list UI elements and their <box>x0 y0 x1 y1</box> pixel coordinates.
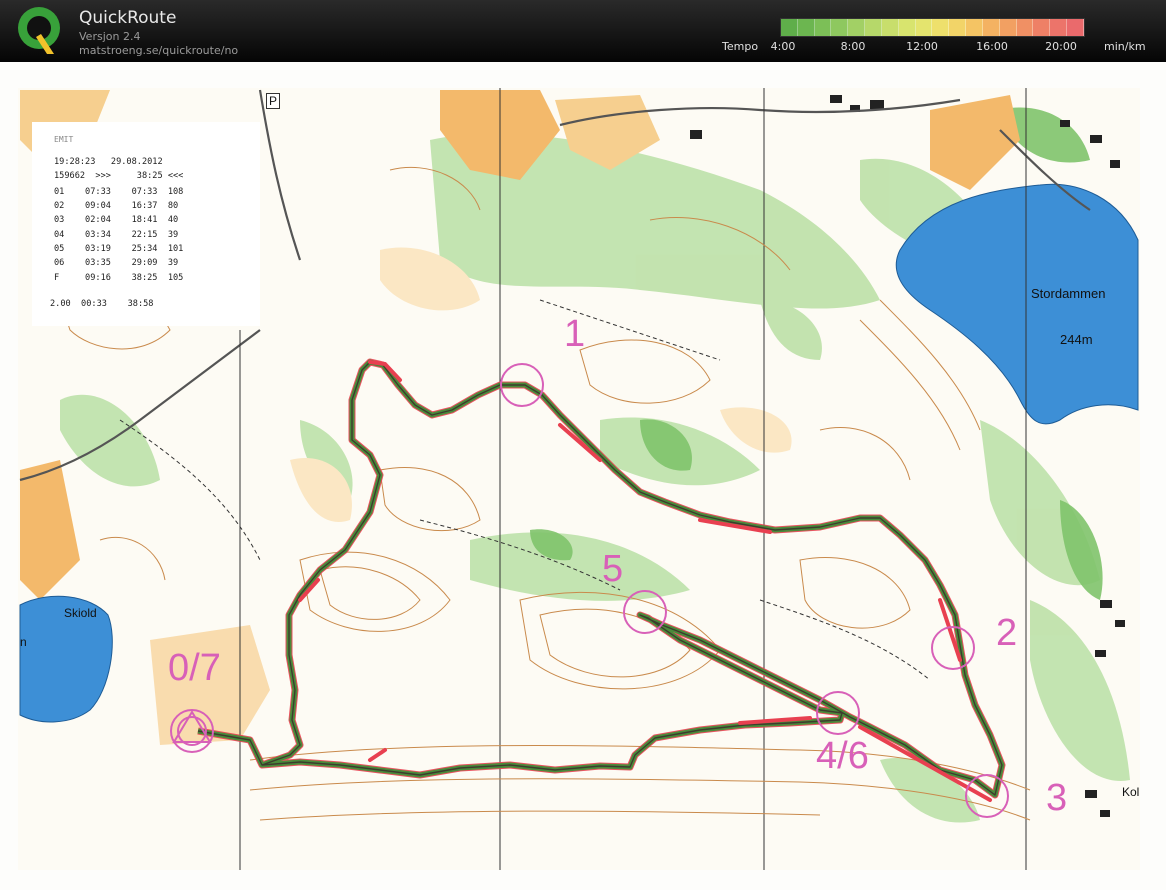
splits-row: 01 07:33 07:33 108 <box>54 187 184 197</box>
pace-color-cell <box>848 19 866 36</box>
lake-name-skiold: Skiold <box>64 606 97 620</box>
pace-color-cell <box>949 19 967 36</box>
control-number-3: 3 <box>1046 777 1068 819</box>
splits-row: 06 03:35 29:09 39 <box>54 258 179 268</box>
pace-color-scale <box>780 18 1085 37</box>
app-version: Versjon 2.4 <box>79 30 141 43</box>
pace-legend-label: Tempo <box>722 40 759 53</box>
parking-icon: P <box>266 93 281 109</box>
lake-height: 244m <box>1060 332 1093 347</box>
pace-tick: 16:00 <box>976 40 1008 53</box>
splits-row: 05 03:19 25:34 101 <box>54 244 184 254</box>
lake-name-stordammen: Stordammen <box>1031 286 1106 301</box>
map-edge-label: n <box>20 635 27 649</box>
pace-color-cell <box>1033 19 1051 36</box>
quickroute-logo-icon <box>18 7 60 54</box>
pace-color-cell <box>999 19 1017 36</box>
pace-color-cell <box>915 19 933 36</box>
splits-row: 03 02:04 18:41 40 <box>54 215 179 225</box>
app-header: QuickRoute Versjon 2.4 matstroeng.se/qui… <box>0 0 1166 62</box>
pace-color-cell <box>865 19 882 36</box>
pace-color-cell <box>1016 19 1034 36</box>
app-title: QuickRoute <box>79 8 177 28</box>
pace-tick: 4:00 <box>770 40 796 53</box>
pace-color-cell <box>1067 19 1084 36</box>
pace-color-cell <box>932 19 950 36</box>
pace-color-cell <box>797 19 815 36</box>
splits-date: 19:28:23 29.08.2012 <box>54 157 163 167</box>
splits-summary: 159662 >>> 38:25 <<< <box>54 171 184 181</box>
pace-color-cell <box>781 19 798 36</box>
pace-color-cell <box>898 19 916 36</box>
pace-tick: 20:00 <box>1045 40 1077 53</box>
pace-tick: 8:00 <box>840 40 866 53</box>
pace-color-cell <box>982 19 1000 36</box>
app-url: matstroeng.se/quickroute/no <box>79 44 239 57</box>
control-number-4-6: 4/6 <box>816 735 869 777</box>
pace-unit: min/km <box>1104 40 1146 53</box>
splits-header: EMIT <box>54 135 74 144</box>
pace-color-cell <box>1050 19 1068 36</box>
control-number-start: 0/7 <box>168 647 221 689</box>
pace-color-cell <box>831 19 849 36</box>
pace-tick: 12:00 <box>906 40 938 53</box>
map-edge-label-kol: Kol <box>1122 785 1140 799</box>
control-number-2: 2 <box>996 612 1018 654</box>
control-number-1: 1 <box>564 313 586 355</box>
pace-color-cell <box>881 19 899 36</box>
splits-row: 02 09:04 16:37 80 <box>54 201 179 211</box>
splits-footer: 2.00 00:33 38:58 <box>50 299 154 309</box>
split-times-printout: EMIT 19:28:23 29.08.2012 159662 >>> 38:2… <box>32 122 260 326</box>
pace-color-cell <box>814 19 832 36</box>
pace-color-cell <box>966 19 983 36</box>
control-number-5: 5 <box>602 548 624 590</box>
splits-row: 04 03:34 22:15 39 <box>54 230 179 240</box>
splits-row: F 09:16 38:25 105 <box>54 273 184 283</box>
